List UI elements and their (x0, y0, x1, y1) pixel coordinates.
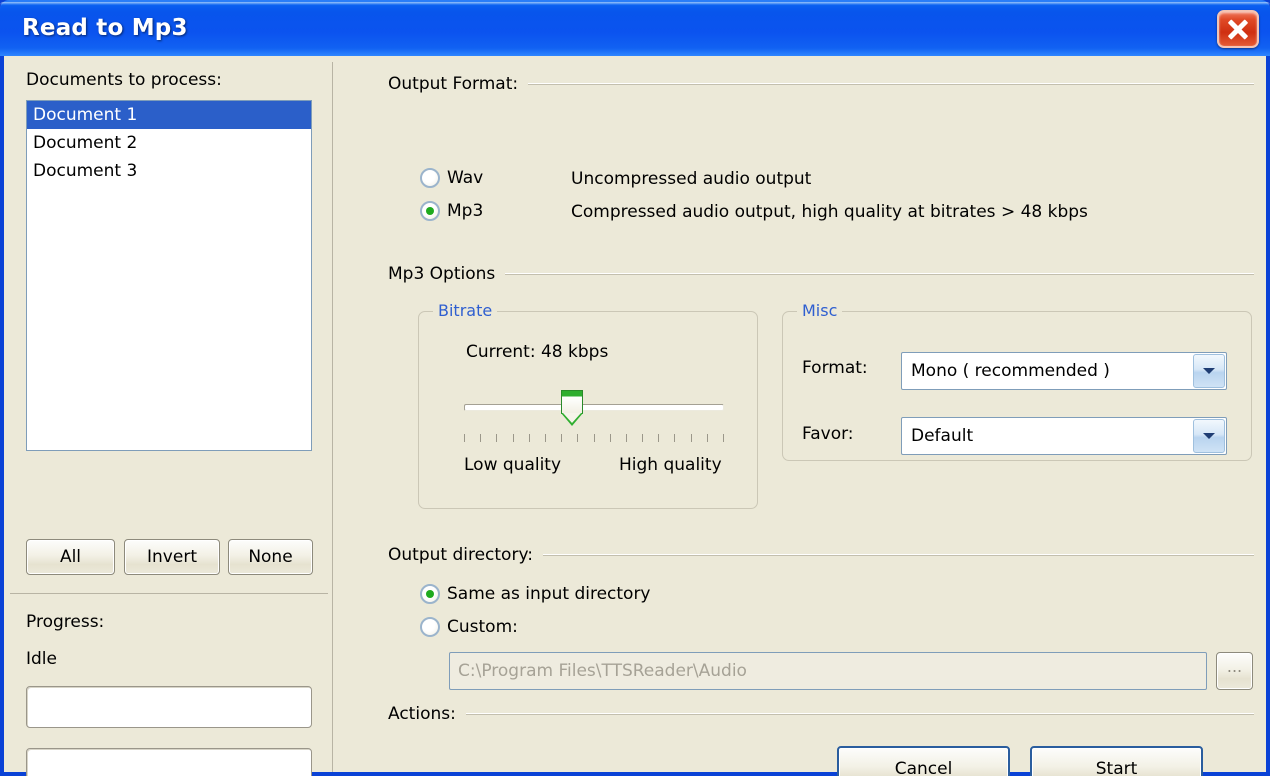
bitrate-current-value: Current: 48 kbps (466, 342, 608, 362)
list-item[interactable]: Document 1 (27, 101, 311, 129)
output-format-section-header: Output Format: (388, 74, 1254, 94)
radio-output-format-mp3[interactable]: Mp3 (420, 201, 483, 221)
radio-icon (420, 617, 440, 637)
list-item[interactable]: Document 2 (27, 129, 311, 157)
favor-dropdown-value: Default (902, 426, 1193, 446)
progress-label: Progress: (26, 612, 104, 632)
format-label: Format: (802, 358, 868, 378)
horizontal-divider (10, 593, 328, 594)
select-all-button[interactable]: All (26, 539, 115, 575)
select-none-button[interactable]: None (228, 539, 313, 575)
cancel-button[interactable]: Cancel (837, 746, 1010, 776)
slider-tick (610, 434, 611, 442)
bitrate-groupbox: Bitrate Current: 48 kbps (418, 311, 758, 509)
slider-track[interactable] (464, 404, 724, 411)
browse-button[interactable]: ... (1216, 652, 1253, 690)
radio-icon (420, 168, 440, 188)
start-button[interactable]: Start (1030, 746, 1203, 776)
slider-thumb-body (561, 390, 583, 414)
chevron-down-icon[interactable] (1193, 354, 1225, 388)
radio-label: Same as input directory (447, 584, 651, 604)
misc-groupbox-title: Misc (797, 301, 842, 320)
window-title: Read to Mp3 (22, 15, 188, 41)
actions-section-header: Actions: (388, 704, 1254, 724)
slider-tick (626, 434, 627, 442)
vertical-divider (332, 62, 333, 772)
slider-tick (513, 434, 514, 442)
section-rule (466, 713, 1254, 715)
bitrate-slider[interactable] (464, 390, 724, 450)
invert-selection-button[interactable]: Invert (124, 539, 220, 575)
section-rule (528, 83, 1254, 85)
slider-tick (496, 434, 497, 442)
documents-label: Documents to process: (26, 70, 222, 90)
section-rule (505, 273, 1254, 275)
list-item[interactable]: Document 3 (27, 157, 311, 185)
slider-high-quality-label: High quality (619, 455, 722, 475)
slider-tick (674, 434, 675, 442)
slider-tick (658, 434, 659, 442)
progress-bar-overall (26, 686, 312, 728)
chevron-glyph (1203, 433, 1215, 439)
section-rule (543, 554, 1254, 556)
output-directory-label: Output directory: (388, 545, 543, 565)
slider-tick (691, 434, 692, 442)
documents-listbox[interactable]: Document 1 Document 2 Document 3 (26, 100, 312, 451)
slider-thumb-tip-inner (563, 413, 581, 423)
output-format-wav-description: Uncompressed audio output (571, 169, 811, 189)
output-format-label: Output Format: (388, 74, 528, 94)
format-dropdown-value: Mono ( recommended ) (902, 361, 1193, 381)
slider-low-quality-label: Low quality (464, 455, 561, 475)
slider-tick (594, 434, 595, 442)
slider-ticks (464, 434, 724, 442)
dialog-client-area: Documents to process: Document 1 Documen… (4, 56, 1266, 772)
actions-label: Actions: (388, 704, 466, 724)
progress-status-text: Idle (26, 649, 57, 669)
slider-tick (561, 434, 562, 442)
format-dropdown[interactable]: Mono ( recommended ) (901, 352, 1227, 390)
dialog-window: Read to Mp3 Documents to process: Docume… (0, 0, 1270, 776)
chevron-down-icon[interactable] (1193, 419, 1225, 453)
mp3-options-section-header: Mp3 Options (388, 264, 1254, 284)
radio-icon-selected (420, 201, 440, 221)
close-icon[interactable] (1217, 10, 1259, 48)
slider-tick (480, 434, 481, 442)
slider-tick (707, 434, 708, 442)
radio-same-as-input-directory[interactable]: Same as input directory (420, 584, 651, 604)
slider-tick (577, 434, 578, 442)
radio-output-format-wav[interactable]: Wav (420, 168, 483, 188)
favor-label: Favor: (802, 424, 854, 444)
slider-tick (723, 434, 724, 442)
bitrate-groupbox-title: Bitrate (433, 301, 497, 320)
output-path-value: C:\Program Files\TTSReader\Audio (450, 661, 747, 681)
favor-dropdown[interactable]: Default (901, 417, 1227, 455)
title-bar[interactable]: Read to Mp3 (0, 0, 1270, 56)
radio-icon-selected (420, 584, 440, 604)
slider-tick (464, 434, 465, 442)
output-format-mp3-description: Compressed audio output, high quality at… (571, 202, 1088, 222)
progress-bar-current (26, 748, 312, 776)
slider-tick (545, 434, 546, 442)
slider-tick (529, 434, 530, 442)
output-directory-section-header: Output directory: (388, 545, 1254, 565)
title-bar-highlight (0, 2, 1270, 5)
radio-label: Wav (447, 168, 483, 188)
slider-tick (642, 434, 643, 442)
mp3-options-label: Mp3 Options (388, 264, 505, 284)
radio-label: Custom: (447, 617, 518, 637)
radio-custom-directory[interactable]: Custom: (420, 617, 518, 637)
slider-thumb[interactable] (561, 390, 583, 426)
output-path-input[interactable]: C:\Program Files\TTSReader\Audio (449, 652, 1207, 690)
chevron-glyph (1203, 368, 1215, 374)
radio-label: Mp3 (447, 201, 483, 221)
